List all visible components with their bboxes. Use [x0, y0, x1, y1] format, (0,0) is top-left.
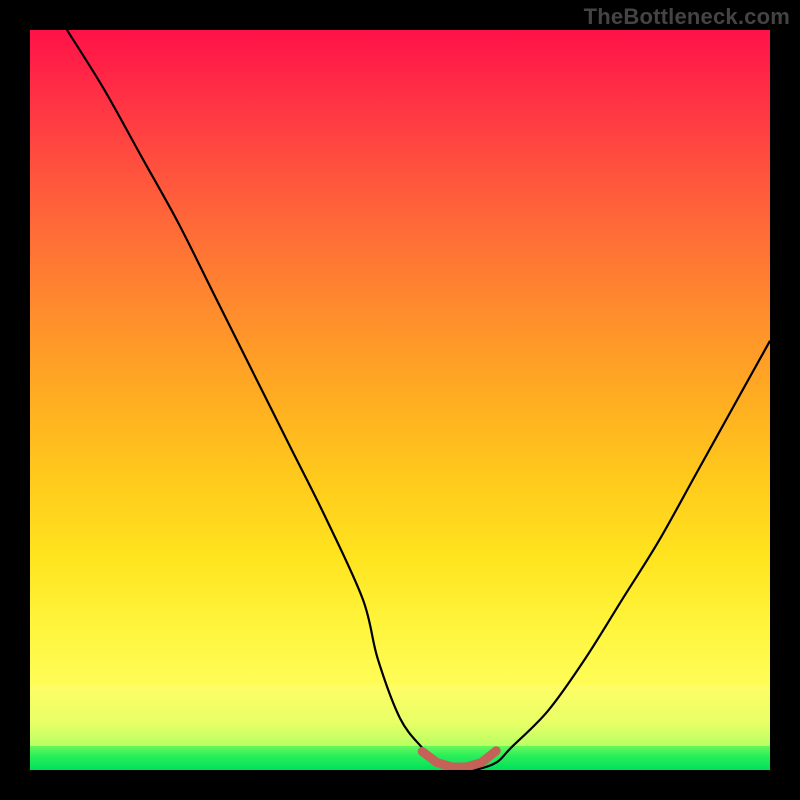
- watermark-text: TheBottleneck.com: [584, 4, 790, 30]
- marker-layer: [30, 30, 770, 770]
- optimal-marker: [422, 751, 496, 767]
- plot-area: [30, 30, 770, 770]
- chart-frame: TheBottleneck.com: [0, 0, 800, 800]
